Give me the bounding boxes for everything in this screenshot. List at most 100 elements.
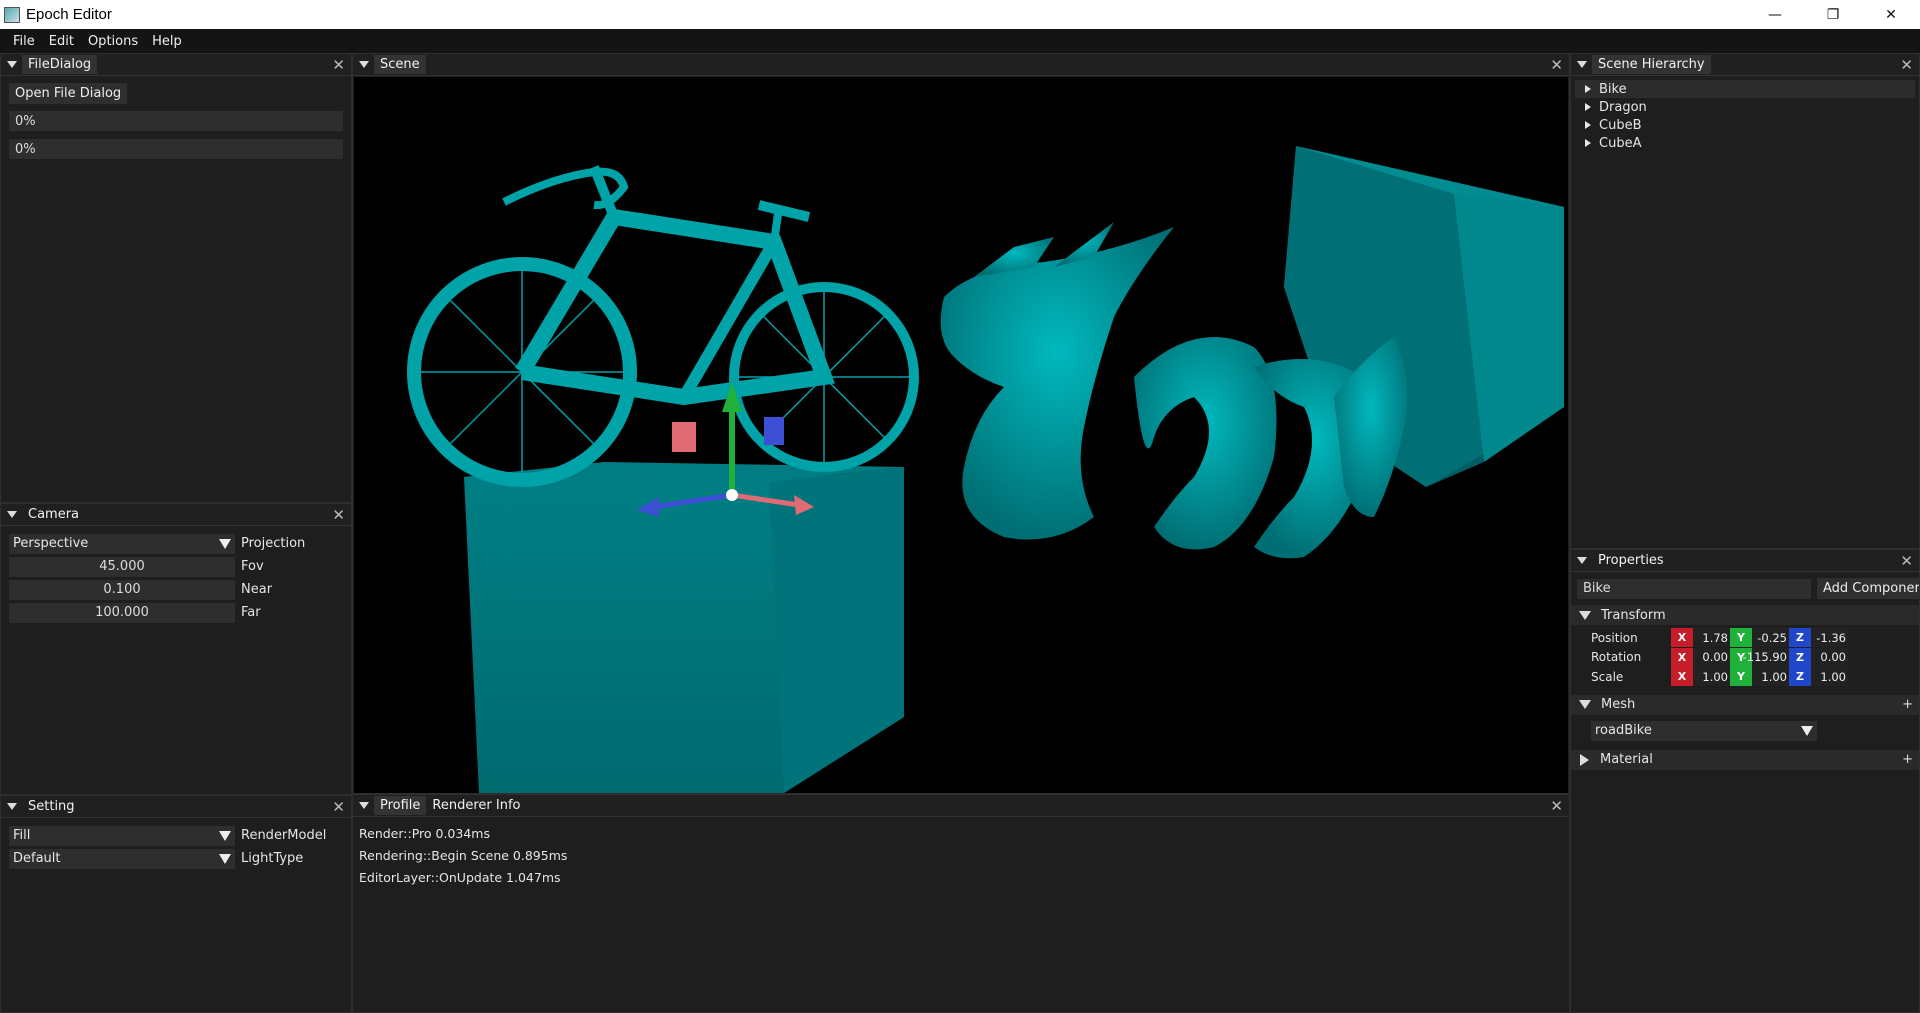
position-y-field[interactable]: -0.25 xyxy=(1752,628,1789,648)
rotation-z-field[interactable]: 0.00 xyxy=(1811,647,1848,667)
file-dialog-tab[interactable]: FileDialog xyxy=(22,55,98,74)
title-bar: Epoch Editor — ❐ ✕ xyxy=(0,0,1920,29)
tab-renderer-info[interactable]: Renderer Info xyxy=(426,796,526,815)
projection-select[interactable]: Perspective xyxy=(9,533,235,554)
camera-tab[interactable]: Camera xyxy=(22,505,85,524)
collapse-icon[interactable] xyxy=(1577,557,1587,564)
axis-x-button[interactable]: X xyxy=(1671,628,1693,648)
menu-help[interactable]: Help xyxy=(145,34,189,49)
fov-label: Fov xyxy=(241,559,264,574)
position-row: Position X 1.78 Y -0.25 Z -1.36 xyxy=(1571,628,1919,648)
properties-panel: Properties ✕ Bike Add Componer Transform… xyxy=(1570,549,1920,1013)
light-type-label: LightType xyxy=(241,851,304,866)
mesh-select[interactable]: roadBike xyxy=(1591,720,1817,741)
material-label: Material xyxy=(1600,752,1653,767)
tree-item-label: CubeB xyxy=(1599,117,1642,133)
render-model-select[interactable]: Fill xyxy=(9,825,235,846)
chevron-down-icon xyxy=(1801,725,1813,736)
mesh-label: Mesh xyxy=(1601,697,1636,712)
near-field[interactable]: 0.100 xyxy=(9,579,235,600)
axis-z-button[interactable]: Z xyxy=(1789,647,1811,667)
transform-section[interactable]: Transform xyxy=(1571,605,1919,625)
window-title: Epoch Editor xyxy=(26,6,112,23)
tree-item-dragon[interactable]: Dragon xyxy=(1575,98,1915,116)
scene-viewport[interactable] xyxy=(354,77,1568,793)
tree-item-label: CubeA xyxy=(1599,135,1642,151)
scale-z-field[interactable]: 1.00 xyxy=(1811,667,1848,687)
mesh-section[interactable]: Mesh + xyxy=(1571,694,1919,715)
profile-header: Profile Renderer Info ✕ xyxy=(353,795,1569,817)
axis-x-button[interactable]: X xyxy=(1671,647,1693,667)
tab-profile[interactable]: Profile xyxy=(374,796,427,815)
properties-tab[interactable]: Properties xyxy=(1592,551,1670,570)
add-component-button[interactable]: Add Componer xyxy=(1817,578,1919,599)
expand-icon[interactable] xyxy=(1585,121,1591,129)
tree-item-cubea[interactable]: CubeA xyxy=(1575,134,1915,152)
profile-line: Rendering::Begin Scene 0.895ms xyxy=(359,847,568,863)
collapse-icon[interactable] xyxy=(7,803,17,810)
scale-x-field[interactable]: 1.00 xyxy=(1693,667,1730,687)
fov-field[interactable]: 45.000 xyxy=(9,556,235,577)
far-label: Far xyxy=(241,605,261,620)
menu-file[interactable]: File xyxy=(6,34,42,49)
profile-panel: Profile Renderer Info ✕ Render::Pro 0.03… xyxy=(352,794,1570,1013)
close-icon[interactable]: ✕ xyxy=(332,56,345,74)
cube-b-model[interactable] xyxy=(464,462,904,793)
close-icon[interactable]: ✕ xyxy=(1550,797,1563,815)
material-section[interactable]: Material + xyxy=(1571,749,1919,770)
scale-row: Scale X 1.00 Y 1.00 Z 1.00 xyxy=(1571,667,1919,687)
bike-model[interactable] xyxy=(407,165,919,487)
close-icon[interactable]: ✕ xyxy=(1550,56,1563,74)
collapse-icon[interactable] xyxy=(1577,61,1587,68)
plus-icon[interactable]: + xyxy=(1902,752,1913,767)
axis-y-button[interactable]: Y xyxy=(1730,667,1752,687)
app-icon xyxy=(4,6,20,23)
axis-x-button[interactable]: X xyxy=(1671,667,1693,687)
render-model-value: Fill xyxy=(13,828,31,843)
close-icon[interactable]: ✕ xyxy=(332,506,345,524)
projection-value: Perspective xyxy=(13,536,89,551)
axis-z-button[interactable]: Z xyxy=(1789,628,1811,648)
expand-icon xyxy=(1580,753,1589,766)
tree-item-cubeb[interactable]: CubeB xyxy=(1575,116,1915,134)
expand-icon[interactable] xyxy=(1585,139,1591,147)
minimize-button[interactable]: — xyxy=(1746,0,1804,29)
setting-tab[interactable]: Setting xyxy=(22,797,81,816)
file-dialog-header: FileDialog ✕ xyxy=(1,54,351,76)
collapse-icon[interactable] xyxy=(7,61,17,68)
close-icon[interactable]: ✕ xyxy=(332,798,345,816)
restore-button[interactable]: ❐ xyxy=(1804,0,1862,29)
menu-options[interactable]: Options xyxy=(81,34,145,49)
plus-icon[interactable]: + xyxy=(1902,697,1913,712)
chevron-down-icon xyxy=(219,830,231,841)
entity-name-input[interactable]: Bike xyxy=(1577,578,1811,599)
open-file-dialog-button[interactable]: Open File Dialog xyxy=(9,83,128,104)
collapse-icon[interactable] xyxy=(359,61,369,68)
scene-tab[interactable]: Scene xyxy=(374,55,426,74)
hierarchy-tab[interactable]: Scene Hierarchy xyxy=(1592,55,1711,74)
scale-label: Scale xyxy=(1591,669,1624,684)
hierarchy-header: Scene Hierarchy ✕ xyxy=(1571,54,1919,76)
mesh-value: roadBike xyxy=(1595,723,1652,738)
axis-y-button[interactable]: Y xyxy=(1730,628,1752,648)
position-z-field[interactable]: -1.36 xyxy=(1811,628,1848,648)
rotation-x-field[interactable]: 0.00 xyxy=(1693,647,1730,667)
expand-icon[interactable] xyxy=(1585,103,1591,111)
collapse-icon[interactable] xyxy=(7,511,17,518)
menu-edit[interactable]: Edit xyxy=(42,34,81,49)
camera-panel: Camera ✕ Perspective Projection 45.000 F… xyxy=(0,503,352,795)
close-icon[interactable]: ✕ xyxy=(1900,552,1913,570)
projection-label: Projection xyxy=(241,536,306,551)
light-type-select[interactable]: Default xyxy=(9,848,235,869)
expand-icon[interactable] xyxy=(1585,85,1591,93)
close-button[interactable]: ✕ xyxy=(1862,0,1920,29)
axis-z-button[interactable]: Z xyxy=(1789,667,1811,687)
far-field[interactable]: 100.000 xyxy=(9,602,235,623)
close-icon[interactable]: ✕ xyxy=(1900,56,1913,74)
tree-item-label: Bike xyxy=(1599,81,1627,97)
collapse-icon[interactable] xyxy=(359,802,369,809)
tree-item-bike[interactable]: Bike xyxy=(1575,80,1915,98)
scale-y-field[interactable]: 1.00 xyxy=(1752,667,1789,687)
rotation-y-field[interactable]: -115.90 xyxy=(1743,647,1789,667)
position-x-field[interactable]: 1.78 xyxy=(1693,628,1730,648)
